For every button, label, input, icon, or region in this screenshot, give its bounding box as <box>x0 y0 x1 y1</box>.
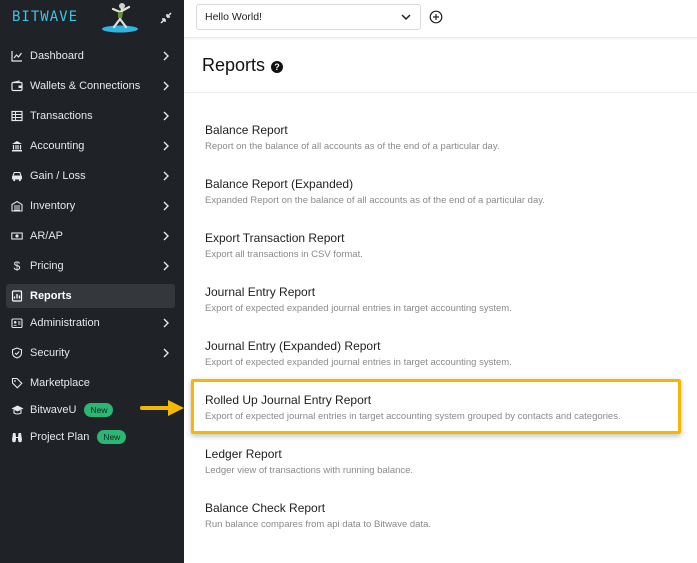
chevron-right-icon <box>163 348 169 358</box>
tag-icon <box>10 376 24 390</box>
chevron-down-icon <box>401 14 411 21</box>
sidebar-item-wallets[interactable]: Wallets & Connections <box>6 74 175 98</box>
chevron-right-icon <box>163 171 169 181</box>
report-description: Run balance compares from api data to Bi… <box>205 519 432 530</box>
table-icon <box>10 109 24 123</box>
sidebar-item-label: Security <box>30 347 70 359</box>
sidebar-item-label: Dashboard <box>30 50 84 62</box>
sidebar-item-dashboard[interactable]: Dashboard <box>6 44 175 68</box>
chevron-right-icon <box>163 201 169 211</box>
report-item-balance[interactable]: Balance Report Report on the balance of … <box>205 123 685 152</box>
chevron-right-icon <box>163 141 169 151</box>
shield-icon <box>10 346 24 360</box>
page-header: Reports ? <box>184 39 697 93</box>
report-description: Export of expected expanded journal entr… <box>205 357 512 368</box>
sidebar-item-pricing[interactable]: $ Pricing <box>6 254 175 278</box>
surfer-mascot-icon <box>102 3 138 33</box>
report-item-journal-entry-expanded[interactable]: Journal Entry (Expanded) Report Export o… <box>205 339 685 368</box>
chevron-right-icon <box>163 231 169 241</box>
car-icon <box>10 169 24 183</box>
report-description: Report on the balance of all accounts as… <box>205 141 500 152</box>
sidebar-item-gain-loss[interactable]: Gain / Loss <box>6 164 175 188</box>
sidebar-item-security[interactable]: Security <box>6 341 175 365</box>
sidebar-item-reports[interactable]: Reports <box>6 284 175 308</box>
topbar: Hello World! <box>184 0 697 38</box>
report-title[interactable]: Balance Report <box>205 123 685 137</box>
report-description: Export all transactions in CSV format. <box>205 249 363 260</box>
admin-icon <box>10 316 24 330</box>
sidebar-item-label: Administration <box>30 317 100 329</box>
report-title[interactable]: Journal Entry Report <box>205 285 685 299</box>
chevron-right-icon <box>163 318 169 328</box>
sidebar-item-ar-ap[interactable]: AR/AP <box>6 224 175 248</box>
chevron-right-icon <box>163 51 169 61</box>
sidebar-item-label: Gain / Loss <box>30 170 86 182</box>
sidebar-item-transactions[interactable]: Transactions <box>6 104 175 128</box>
new-badge: New <box>97 430 127 444</box>
money-icon <box>10 229 24 243</box>
org-select-value: Hello World! <box>205 11 262 23</box>
sidebar-item-label: Marketplace <box>30 377 90 389</box>
graduation-cap-icon <box>10 403 24 417</box>
dollar-icon: $ <box>13 259 21 273</box>
help-icon[interactable]: ? <box>271 61 283 73</box>
report-title[interactable]: Export Transaction Report <box>205 231 685 245</box>
chart-line-icon <box>10 49 24 63</box>
pointer-arrow-icon <box>140 400 184 416</box>
collapse-icon[interactable] <box>158 10 174 26</box>
report-description: Export of expected expanded journal entr… <box>205 303 512 314</box>
chevron-right-icon <box>163 111 169 121</box>
sidebar-item-label: Inventory <box>30 200 76 212</box>
report-description: Ledger view of transactions with running… <box>205 465 414 476</box>
report-item-export-transaction[interactable]: Export Transaction Report Export all tra… <box>205 231 685 260</box>
page-title: Reports <box>202 55 266 75</box>
sidebar-item-project-plan[interactable]: Project Plan New <box>6 425 175 449</box>
report-description: Expanded Report on the balance of all ac… <box>205 195 545 206</box>
warehouse-icon <box>10 199 24 213</box>
report-item-balance-expanded[interactable]: Balance Report (Expanded) Expanded Repor… <box>205 177 685 206</box>
sidebar-item-label: AR/AP <box>30 230 64 242</box>
sidebar-item-label: Project Plan <box>30 431 90 443</box>
bank-icon <box>10 139 24 153</box>
chevron-right-icon <box>163 81 169 91</box>
report-title[interactable]: Balance Report (Expanded) <box>205 177 685 191</box>
sidebar-item-label: Pricing <box>30 260 64 272</box>
chevron-right-icon <box>163 261 169 271</box>
report-icon <box>10 289 24 303</box>
sidebar-item-marketplace[interactable]: Marketplace <box>6 371 175 395</box>
org-select[interactable]: Hello World! <box>196 4 421 30</box>
add-circle-icon[interactable] <box>429 10 443 24</box>
sidebar-item-label: Accounting <box>30 140 85 152</box>
sidebar-item-inventory[interactable]: Inventory <box>6 194 175 218</box>
wallet-icon <box>10 79 24 93</box>
report-item-ledger[interactable]: Ledger Report Ledger view of transaction… <box>205 447 685 476</box>
report-title[interactable]: Ledger Report <box>205 447 685 461</box>
report-title[interactable]: Journal Entry (Expanded) Report <box>205 339 685 353</box>
report-item-balance-check[interactable]: Balance Check Report Run balance compare… <box>205 501 685 530</box>
report-item-journal-entry[interactable]: Journal Entry Report Export of expected … <box>205 285 685 314</box>
sidebar: BITWAVE Dashboard Wallets & Connections <box>0 0 184 563</box>
sidebar-item-accounting[interactable]: Accounting <box>6 134 175 158</box>
sidebar-item-administration[interactable]: Administration <box>6 311 175 335</box>
sidebar-item-label: Reports <box>30 290 72 302</box>
highlight-box <box>191 379 681 434</box>
sidebar-item-label: BitwaveU <box>30 404 77 416</box>
sidebar-item-label: Transactions <box>30 110 93 122</box>
report-title[interactable]: Balance Check Report <box>205 501 685 515</box>
new-badge: New <box>84 403 114 417</box>
sidebar-item-label: Wallets & Connections <box>30 80 141 92</box>
bitwave-logo[interactable]: BITWAVE <box>12 9 78 25</box>
binoculars-icon <box>10 430 24 444</box>
